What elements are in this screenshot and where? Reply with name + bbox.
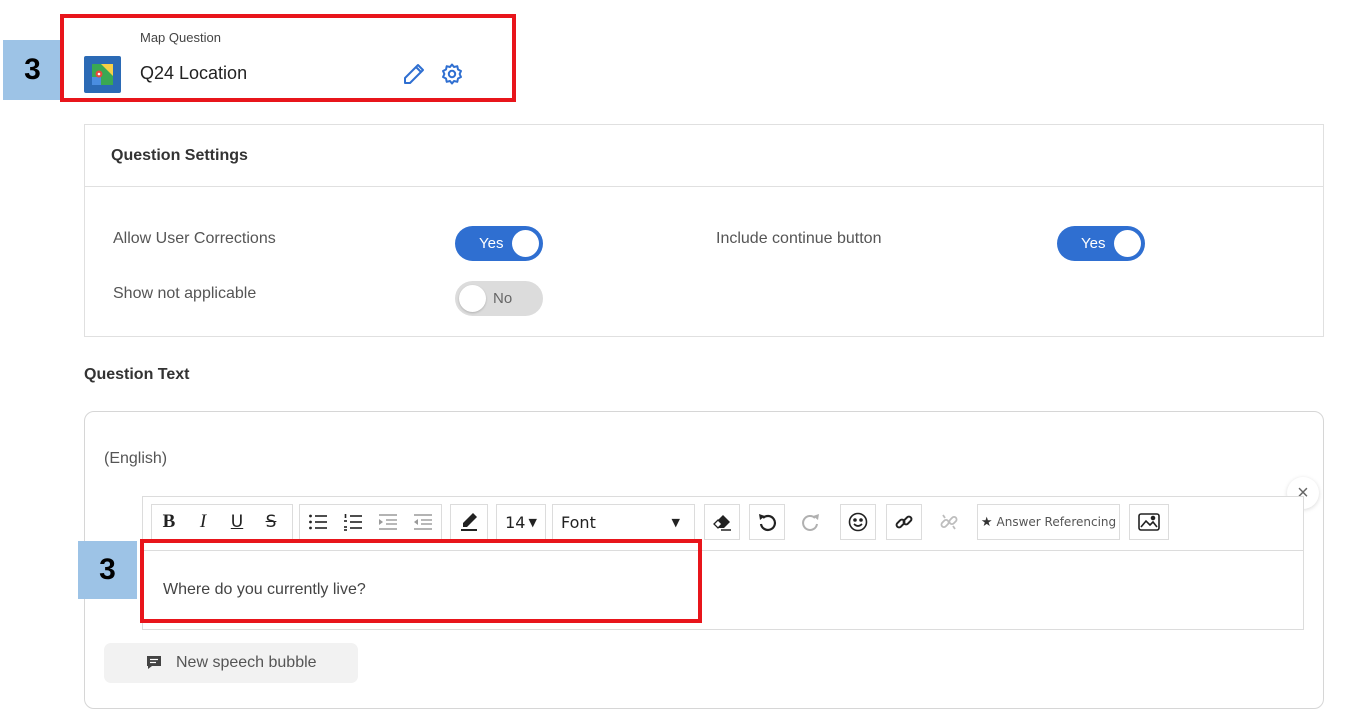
link-group: [886, 504, 922, 540]
image-icon[interactable]: [1130, 505, 1168, 539]
list-group: [299, 504, 442, 540]
star-icon: ★: [980, 514, 993, 530]
clear-format-group: [704, 504, 740, 540]
font-size-select[interactable]: 14 ▼: [497, 505, 545, 539]
toggle-knob: [459, 285, 486, 312]
question-type-label: Map Question: [140, 30, 221, 45]
font-size-group: 14 ▼: [496, 504, 546, 540]
font-size-value: 14: [505, 512, 526, 532]
toggle-label: Yes: [479, 235, 504, 252]
eraser-icon[interactable]: [705, 505, 739, 539]
caret-down-icon: ▼: [528, 515, 537, 529]
gear-icon[interactable]: [440, 62, 464, 86]
include-continue-label: Include continue button: [716, 230, 882, 247]
redo-icon[interactable]: [794, 505, 828, 539]
undo-icon[interactable]: [750, 505, 784, 539]
image-group: [1129, 504, 1169, 540]
smiley-icon[interactable]: [841, 505, 875, 539]
question-title: Q24 Location: [140, 63, 248, 83]
underline-icon[interactable]: U: [220, 505, 254, 539]
settings-title: Question Settings: [85, 125, 1323, 187]
allow-corrections-toggle[interactable]: Yes: [455, 226, 543, 261]
font-select[interactable]: Font ▼: [553, 505, 694, 539]
pen-icon[interactable]: [451, 505, 487, 539]
callout-number: 3: [3, 40, 62, 100]
caret-down-icon: ▼: [671, 515, 680, 529]
font-group: Font ▼: [552, 504, 695, 540]
unlink-icon[interactable]: [932, 505, 966, 539]
pencil-icon[interactable]: [402, 62, 426, 86]
numbered-list-icon[interactable]: [335, 505, 370, 539]
language-label: (English): [104, 450, 168, 467]
emoji-group: [840, 504, 876, 540]
new-speech-bubble-button[interactable]: New speech bubble: [104, 643, 358, 683]
undo-group: [749, 504, 785, 540]
font-select-value: Font: [561, 512, 596, 532]
strikethrough-icon[interactable]: S: [254, 505, 288, 539]
outdent-icon[interactable]: [405, 505, 440, 539]
bullet-list-icon[interactable]: [300, 505, 335, 539]
toggle-knob: [1114, 230, 1141, 257]
map-icon: [84, 56, 121, 93]
show-not-applicable-label: Show not applicable: [113, 285, 257, 302]
color-group: [450, 504, 488, 540]
question-settings-card: Question Settings Allow User Corrections…: [84, 124, 1324, 337]
new-speech-bubble-label: New speech bubble: [176, 654, 317, 671]
include-continue-toggle[interactable]: Yes: [1057, 226, 1145, 261]
link-icon[interactable]: [887, 505, 921, 539]
show-not-applicable-toggle[interactable]: No: [455, 281, 543, 316]
answer-referencing-label: Answer Referencing: [996, 515, 1117, 529]
bold-icon[interactable]: B: [152, 505, 186, 539]
question-text-heading: Question Text: [84, 366, 190, 383]
highlight-box: [140, 539, 702, 623]
text-style-group: B I U S: [151, 504, 293, 540]
question-header: Map Question Q24 Location: [84, 26, 484, 94]
indent-icon[interactable]: [370, 505, 405, 539]
callout-number: 3: [78, 541, 137, 599]
italic-icon[interactable]: I: [186, 505, 220, 539]
answer-referencing-group: ★ Answer Referencing: [977, 504, 1120, 540]
speech-bubble-icon: [146, 655, 162, 675]
toggle-label: Yes: [1081, 235, 1106, 252]
allow-corrections-label: Allow User Corrections: [113, 230, 276, 247]
toggle-knob: [512, 230, 539, 257]
toggle-label: No: [493, 290, 513, 307]
answer-referencing-button[interactable]: ★ Answer Referencing: [978, 505, 1119, 539]
